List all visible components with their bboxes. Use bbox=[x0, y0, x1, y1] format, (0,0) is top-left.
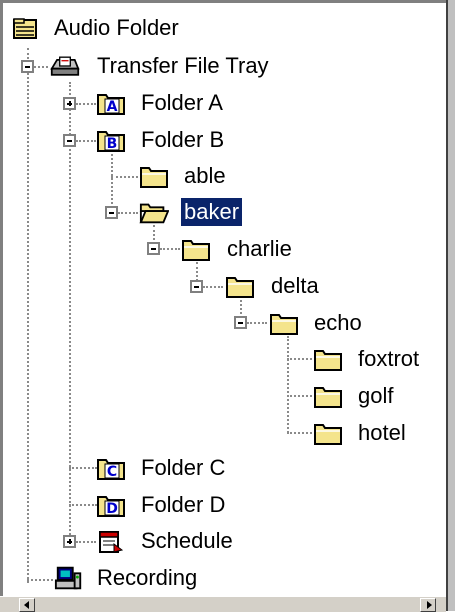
tree-line bbox=[27, 48, 29, 583]
tree-panel bbox=[0, 0, 452, 611]
tree-line bbox=[34, 66, 48, 68]
tree-item-label: Folder A bbox=[141, 90, 223, 115]
tree-line bbox=[111, 150, 113, 212]
tree-item-label: golf bbox=[358, 383, 394, 408]
tree-item-label: Transfer File Tray bbox=[97, 53, 269, 78]
tree-item-label: delta bbox=[271, 273, 319, 298]
expand-toggle[interactable] bbox=[63, 97, 76, 110]
tree-line bbox=[287, 358, 312, 360]
tree-line bbox=[247, 322, 267, 324]
tree-item-label: Recording bbox=[97, 565, 198, 590]
tray-icon bbox=[50, 56, 80, 76]
folder-icon bbox=[226, 277, 254, 298]
window-frame-right bbox=[446, 0, 455, 611]
scroll-right-button[interactable] bbox=[420, 598, 436, 612]
folder-icon: C bbox=[97, 459, 125, 480]
collapse-toggle[interactable] bbox=[21, 60, 34, 73]
recording-icon bbox=[54, 566, 82, 590]
tree-item-label: Folder B bbox=[141, 127, 225, 152]
folder-icon bbox=[140, 167, 168, 188]
folder-icon bbox=[270, 314, 298, 335]
folder-icon bbox=[314, 350, 342, 371]
tree-item-label: hotel bbox=[358, 420, 406, 445]
tree-line bbox=[76, 103, 96, 105]
folder-open-icon bbox=[139, 203, 169, 224]
expand-toggle[interactable] bbox=[63, 535, 76, 548]
tree-item-label: able bbox=[184, 163, 226, 188]
folder-icon bbox=[314, 387, 342, 408]
arrow-left-icon bbox=[24, 601, 29, 609]
collapse-toggle[interactable] bbox=[105, 206, 118, 219]
tree-item-label: echo bbox=[314, 310, 362, 335]
tree-item-label: Audio Folder bbox=[54, 15, 179, 40]
tree-line bbox=[287, 336, 289, 433]
collapse-toggle[interactable] bbox=[63, 134, 76, 147]
folder-icon: A bbox=[97, 94, 125, 115]
folder-icon: D bbox=[97, 496, 125, 517]
tree-item-label-selected: baker bbox=[181, 198, 243, 226]
tree-line bbox=[27, 579, 57, 581]
folder-badge: A bbox=[107, 99, 118, 115]
tree-line bbox=[287, 432, 312, 434]
collapse-toggle[interactable] bbox=[147, 242, 160, 255]
scroll-left-button[interactable] bbox=[19, 598, 35, 612]
collapse-toggle[interactable] bbox=[190, 280, 203, 293]
tree-item-label: foxtrot bbox=[358, 346, 420, 371]
folder-icon bbox=[182, 240, 210, 261]
folder-badge: B bbox=[107, 136, 118, 152]
tree-line bbox=[118, 212, 138, 214]
tree-line bbox=[76, 140, 96, 142]
arrow-right-icon bbox=[427, 601, 432, 609]
tree-line bbox=[69, 82, 71, 542]
folder-badge: D bbox=[106, 501, 118, 517]
tree-line bbox=[160, 248, 180, 250]
tree-item-label: Schedule bbox=[141, 528, 233, 553]
tree-line bbox=[76, 541, 96, 543]
tree-line bbox=[203, 286, 223, 288]
tree-line bbox=[69, 467, 97, 469]
folder-icon: B bbox=[97, 131, 125, 152]
folder-icon bbox=[314, 424, 342, 445]
tree-line bbox=[287, 395, 312, 397]
schedule-icon bbox=[99, 531, 124, 553]
tree-line bbox=[111, 176, 138, 178]
horizontal-scrollbar[interactable] bbox=[0, 596, 446, 612]
tree-line bbox=[69, 504, 97, 506]
audio-folder-icon bbox=[13, 18, 37, 39]
tree-item-label: Folder D bbox=[141, 492, 226, 517]
tree-item-label: charlie bbox=[227, 236, 292, 261]
folder-badge: C bbox=[107, 464, 117, 480]
collapse-toggle[interactable] bbox=[234, 316, 247, 329]
tree-item-label: Folder C bbox=[141, 455, 226, 480]
